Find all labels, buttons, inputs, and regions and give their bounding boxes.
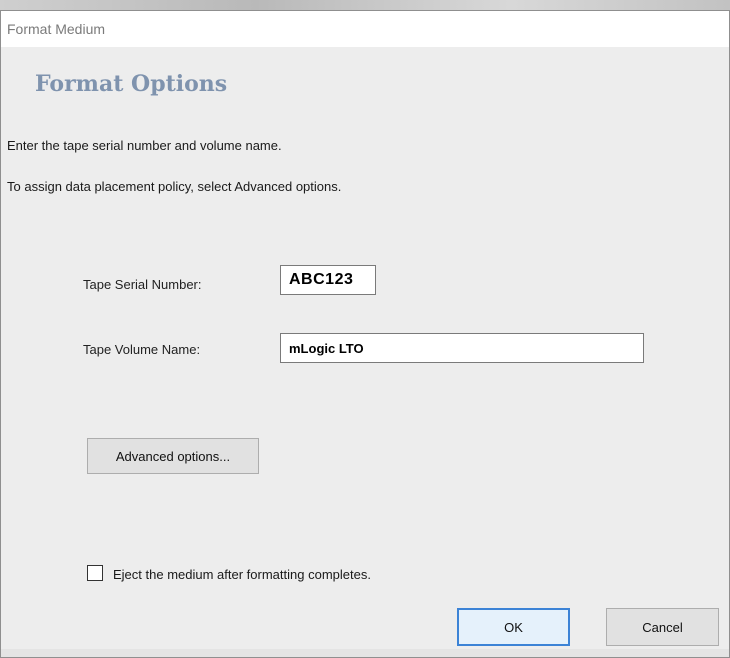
section-heading: Format Options	[35, 71, 228, 97]
volume-name-input[interactable]	[280, 333, 644, 363]
advanced-options-button[interactable]: Advanced options...	[87, 438, 259, 474]
ok-button[interactable]: OK	[457, 608, 570, 646]
serial-number-input[interactable]	[280, 265, 376, 295]
bottom-divider	[1, 649, 729, 657]
window-title: Format Medium	[7, 21, 106, 37]
instruction-text-advanced: To assign data placement policy, select …	[7, 179, 342, 194]
dialog-titlebar: Format Medium	[1, 11, 729, 47]
serial-number-label: Tape Serial Number:	[83, 277, 202, 292]
eject-checkbox-label[interactable]: Eject the medium after formatting comple…	[113, 567, 371, 582]
format-medium-dialog: Format Medium Format Options Enter the t…	[0, 10, 730, 658]
instruction-text: Enter the tape serial number and volume …	[7, 138, 282, 153]
eject-checkbox[interactable]	[87, 565, 103, 581]
cancel-button[interactable]: Cancel	[606, 608, 719, 646]
volume-name-label: Tape Volume Name:	[83, 342, 201, 357]
